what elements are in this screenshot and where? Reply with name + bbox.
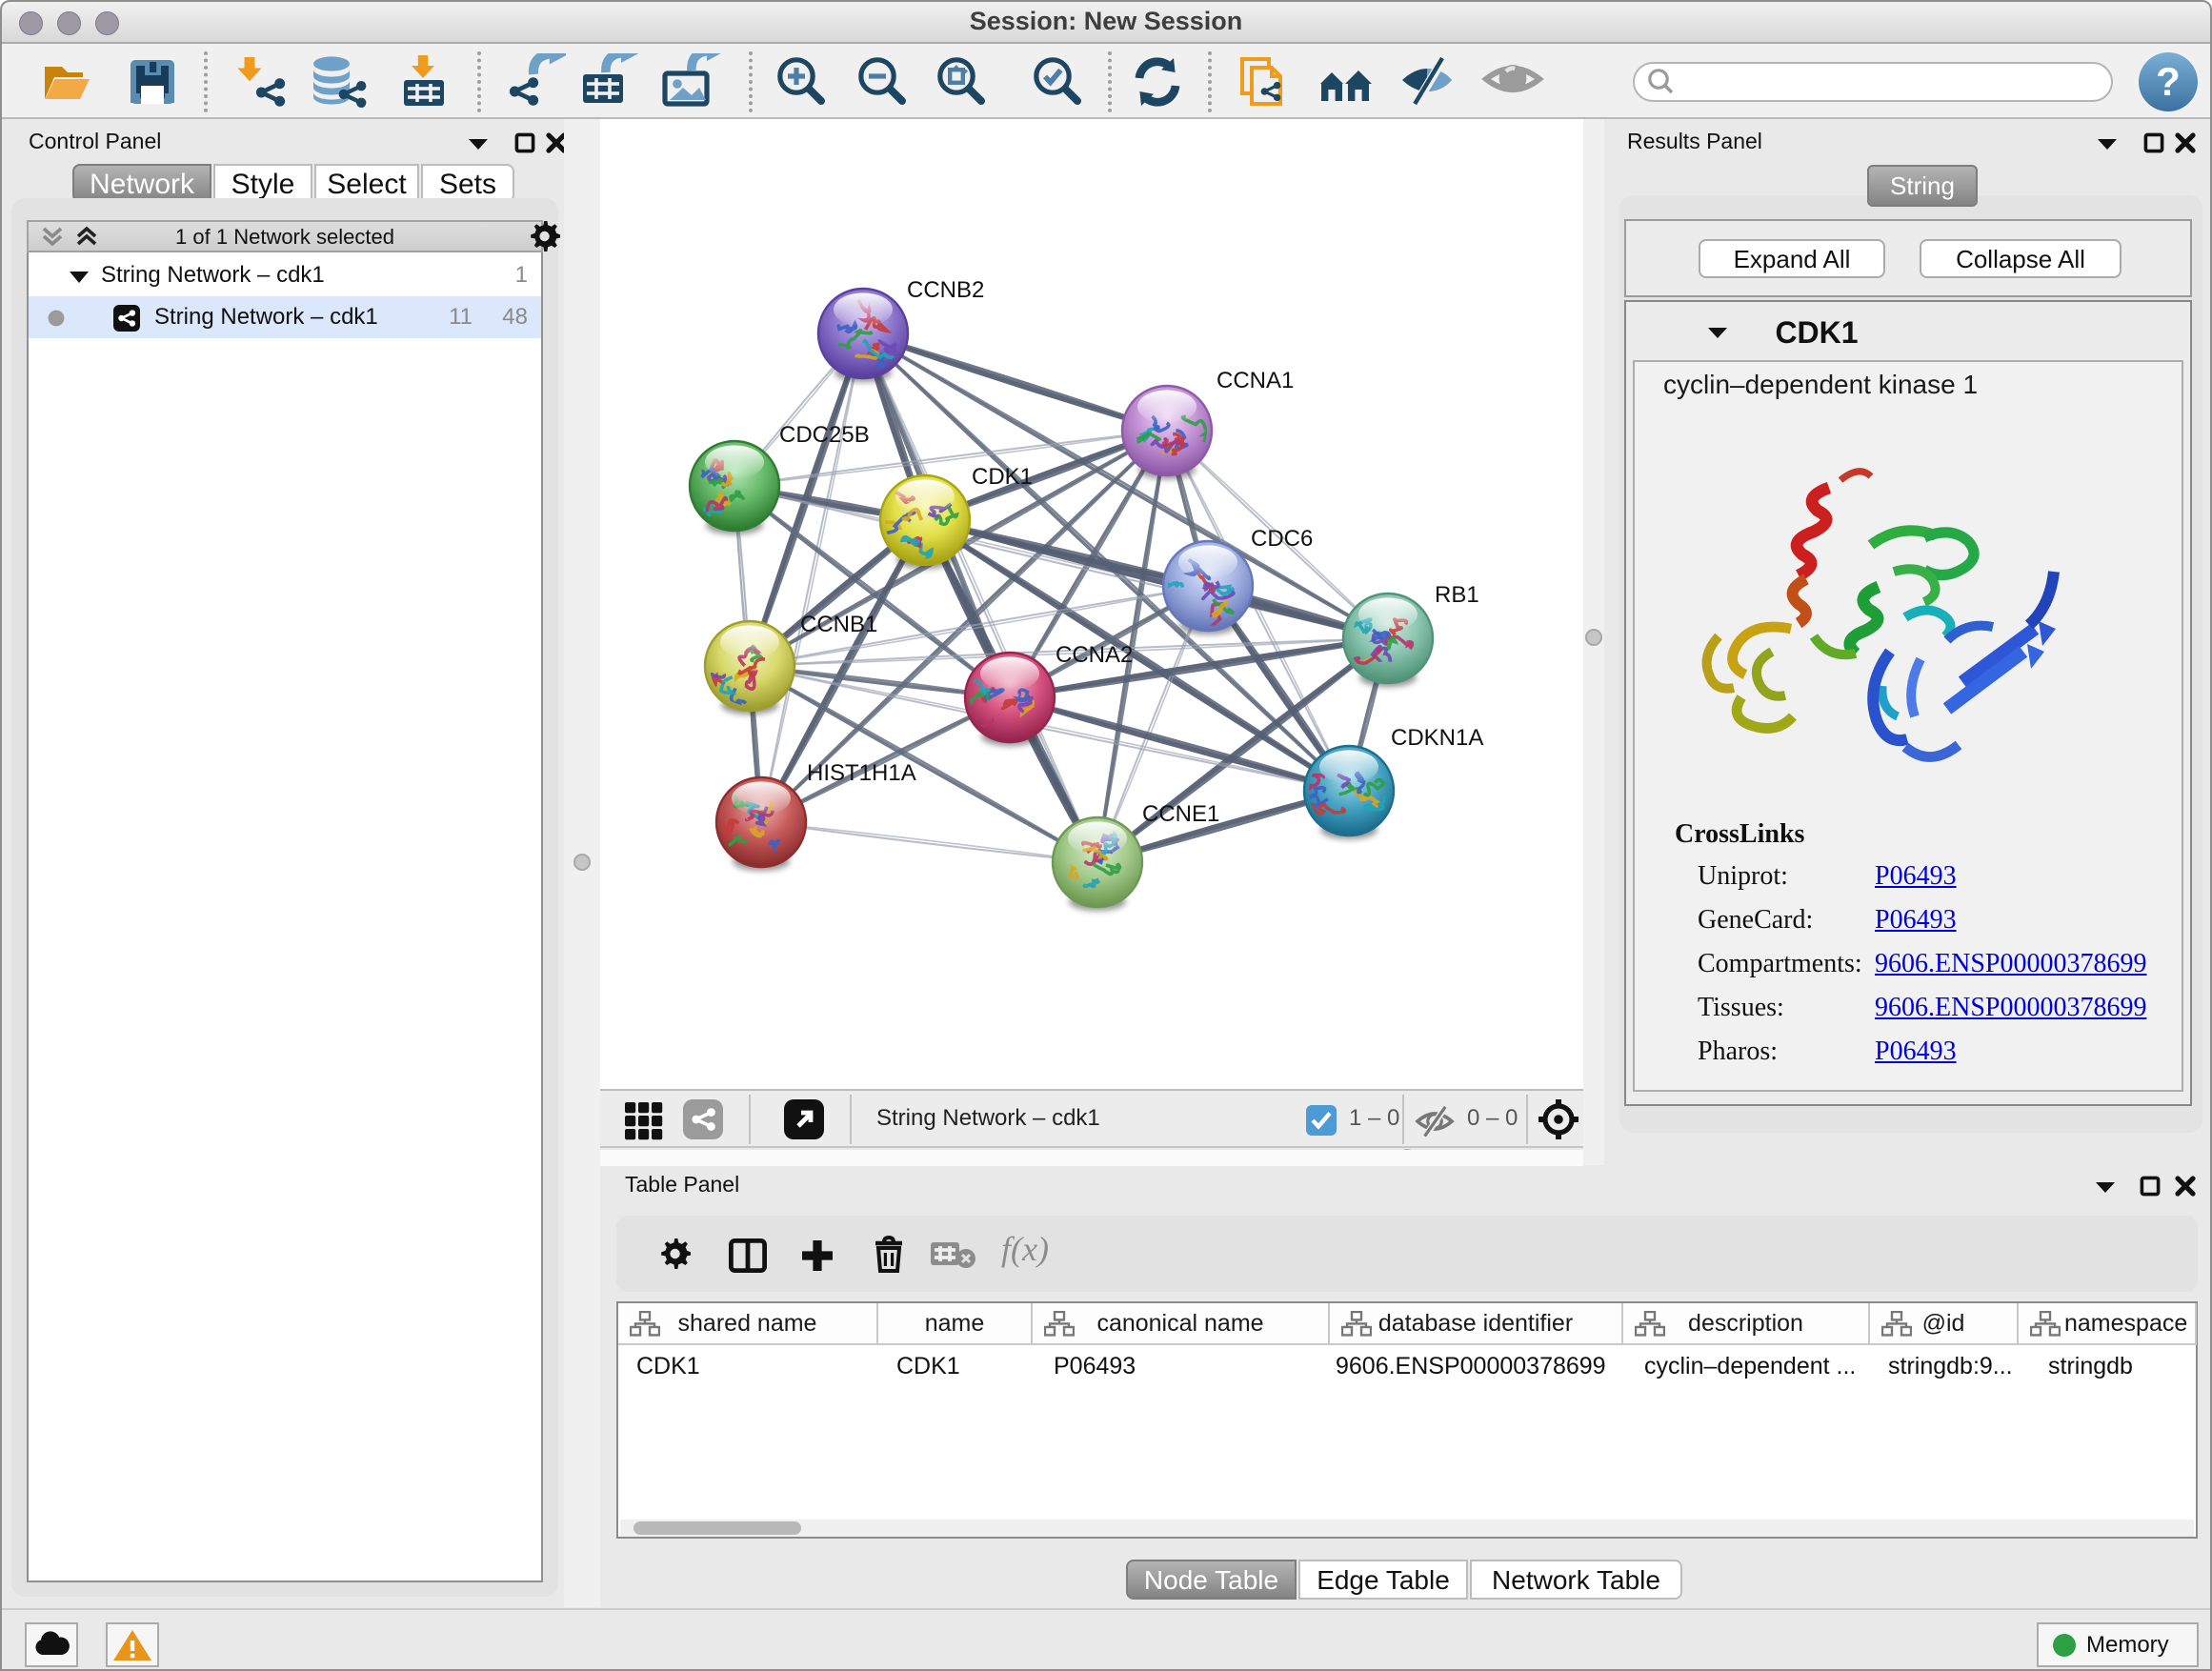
svg-text:CDC25B: CDC25B <box>779 422 870 448</box>
svg-text:HIST1H1A: HIST1H1A <box>807 760 916 786</box>
svg-text:CCNA1: CCNA1 <box>1217 368 1294 393</box>
svg-text:CCNB1: CCNB1 <box>800 612 877 637</box>
svg-text:CCNA2: CCNA2 <box>1056 642 1133 668</box>
svg-text:CDC6: CDC6 <box>1251 526 1313 552</box>
svg-text:CDK1: CDK1 <box>972 464 1033 490</box>
svg-text:?: ? <box>2156 59 2181 104</box>
svg-text:RB1: RB1 <box>1435 582 1479 608</box>
svg-text:CDKN1A: CDKN1A <box>1391 725 1483 751</box>
svg-text:CCNB2: CCNB2 <box>907 277 984 303</box>
svg-text:CCNE1: CCNE1 <box>1142 801 1219 827</box>
